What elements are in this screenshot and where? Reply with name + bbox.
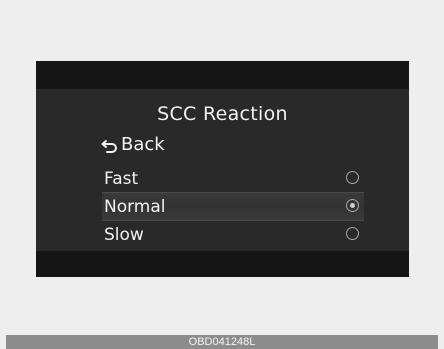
display-screen: SCC Reaction Back Fast Normal Slow bbox=[36, 61, 409, 277]
page: SCC Reaction Back Fast Normal Slow OBD04… bbox=[0, 0, 444, 349]
option-slow[interactable]: Slow bbox=[102, 221, 364, 248]
radio-button-icon[interactable] bbox=[346, 227, 359, 240]
option-fast[interactable]: Fast bbox=[102, 165, 364, 193]
page-title: SCC Reaction bbox=[157, 103, 288, 125]
reaction-options-list: Fast Normal Slow bbox=[102, 165, 364, 248]
status-bar bbox=[36, 61, 409, 89]
option-label: Fast bbox=[104, 168, 139, 189]
back-label: Back bbox=[121, 134, 165, 155]
back-arrow-icon bbox=[100, 137, 118, 153]
radio-button-icon[interactable] bbox=[346, 171, 359, 184]
option-label: Normal bbox=[104, 196, 166, 217]
bottom-bar bbox=[36, 251, 409, 277]
radio-button-icon[interactable] bbox=[346, 199, 359, 212]
option-label: Slow bbox=[104, 224, 144, 245]
image-caption: OBD041248L bbox=[6, 335, 438, 349]
back-button[interactable]: Back bbox=[100, 133, 165, 157]
option-normal[interactable]: Normal bbox=[102, 193, 364, 221]
